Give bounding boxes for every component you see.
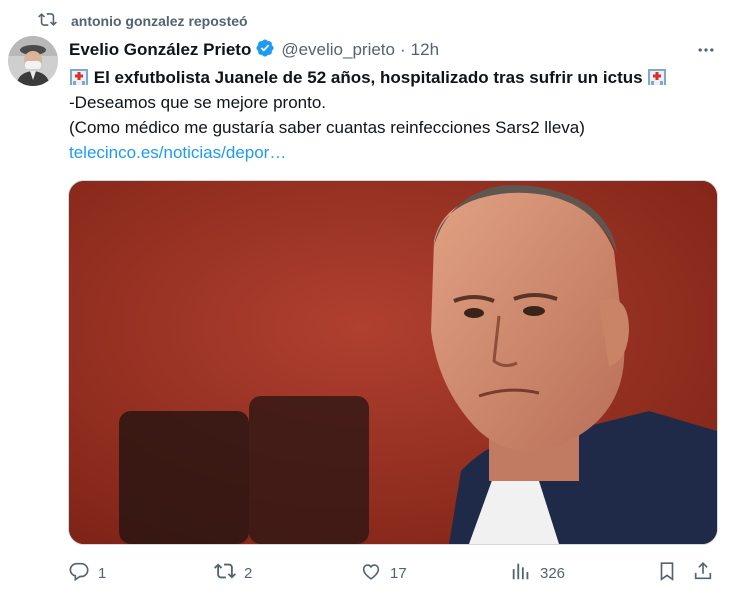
tweet-header: Evelio González Prieto @evelio_prieto · … [69, 38, 718, 62]
author-name[interactable]: Evelio González Prieto [69, 40, 251, 60]
timestamp[interactable]: 12h [411, 40, 439, 60]
views-button[interactable]: 326 [510, 560, 565, 586]
reply-count: 1 [98, 564, 107, 582]
tweet-media-image[interactable] [68, 180, 718, 545]
bookmark-icon [656, 560, 678, 586]
share-icon [692, 560, 714, 586]
analytics-icon [510, 560, 532, 586]
tweet-link[interactable]: telecinco.es/noticias/depor… [69, 143, 286, 162]
avatar[interactable] [8, 36, 58, 86]
author-handle[interactable]: @evelio_prieto [281, 40, 395, 60]
reply-icon [68, 560, 90, 586]
hospital-icon [69, 68, 94, 87]
repost-label[interactable]: antonio gonzalez reposteó [71, 13, 248, 29]
more-options-icon[interactable] [694, 39, 718, 61]
repost-count: 2 [244, 564, 253, 582]
like-count: 17 [390, 564, 407, 582]
reply-button[interactable]: 1 [68, 560, 106, 586]
hospital-icon [643, 68, 668, 87]
repost-button[interactable]: 2 [214, 560, 252, 586]
tweet-text: El exfutbolista Juanele de 52 años, hosp… [69, 65, 729, 165]
tweet-line-3: (Como médico me gustaría saber cuantas r… [69, 118, 585, 137]
share-button[interactable] [692, 560, 714, 586]
tweet-actions: 1 2 17 326 [68, 560, 716, 586]
repost-icon [38, 10, 57, 32]
separator-dot: · [399, 40, 406, 59]
tweet-line-2: -Deseamos que se mejore pronto. [69, 93, 327, 112]
bookmark-button[interactable] [656, 560, 678, 586]
verified-badge-icon [251, 38, 281, 63]
repost-icon [214, 560, 236, 586]
tweet-headline: El exfutbolista Juanele de 52 años, hosp… [93, 68, 643, 87]
heart-icon [360, 560, 382, 586]
like-button[interactable]: 17 [360, 560, 407, 586]
repost-header: antonio gonzalez reposteó [38, 10, 248, 32]
views-count: 326 [540, 564, 566, 582]
